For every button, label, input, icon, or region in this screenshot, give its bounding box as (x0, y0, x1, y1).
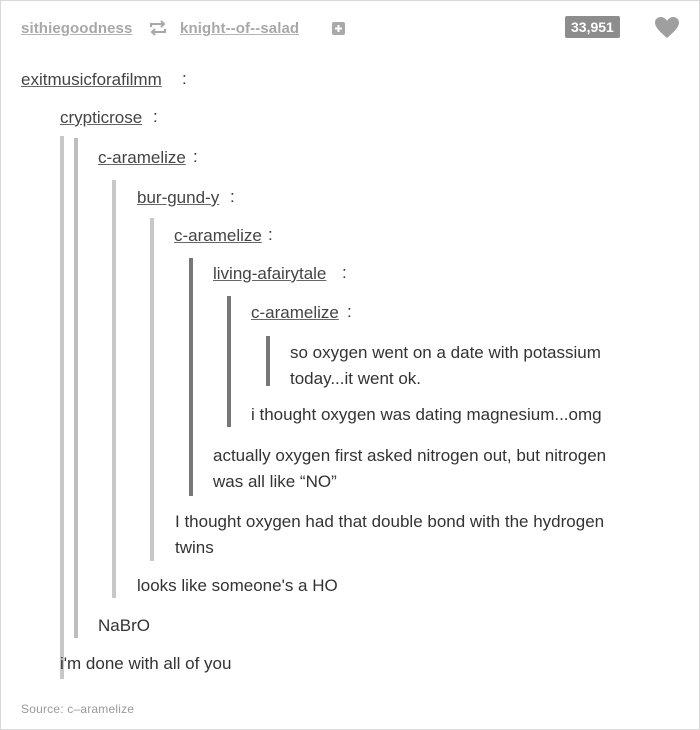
quote-bar-level-2 (74, 138, 78, 638)
message-level-2: looks like someone's a HO (137, 576, 338, 595)
message-level-6: so oxygen went on a date with potassium … (290, 343, 601, 388)
colon: : (230, 187, 235, 206)
quote-bar-level-6 (227, 296, 231, 427)
quote-bar-level-4 (150, 218, 154, 561)
reblogger-link[interactable]: sithiegoodness (21, 20, 132, 37)
colon: : (347, 302, 352, 321)
username-level-1[interactable]: crypticrose (60, 108, 142, 128)
message-level-5: i thought oxygen was dating magnesium...… (251, 405, 602, 424)
message-level-4: actually oxygen first asked nitrogen out… (213, 446, 607, 491)
source-attribution[interactable]: Source: c–aramelize (21, 702, 134, 716)
heart-icon[interactable] (654, 16, 680, 40)
quote-bar-level-7 (266, 336, 270, 386)
quote-bar-level-3 (112, 180, 116, 598)
username-level-0[interactable]: exitmusicforafilmm (21, 70, 162, 90)
username-level-5[interactable]: living-afairytale (213, 264, 326, 284)
username-level-2[interactable]: c-aramelize (98, 148, 186, 168)
colon: : (182, 69, 187, 88)
username-level-4[interactable]: c-aramelize (174, 226, 262, 246)
colon: : (193, 147, 198, 166)
post-header: sithiegoodness knight--of--salad 33,951 (0, 0, 700, 60)
reblog-source-link[interactable]: knight--of--salad (180, 20, 299, 37)
quote-bar-level-5 (189, 258, 193, 496)
quote-bar-level-1 (60, 136, 64, 679)
note-count-badge[interactable]: 33,951 (565, 16, 620, 38)
colon: : (342, 263, 347, 282)
colon: : (153, 107, 158, 126)
message-level-1: NaBrO (98, 616, 150, 635)
username-level-3[interactable]: bur-gund-y (137, 188, 219, 208)
colon: : (268, 225, 273, 244)
username-level-6[interactable]: c-aramelize (251, 303, 339, 323)
message-level-0: i'm done with all of you (60, 654, 232, 673)
reblog-icon (148, 20, 168, 36)
plus-icon[interactable] (332, 22, 345, 35)
message-level-3: I thought oxygen had that double bond wi… (175, 512, 605, 557)
